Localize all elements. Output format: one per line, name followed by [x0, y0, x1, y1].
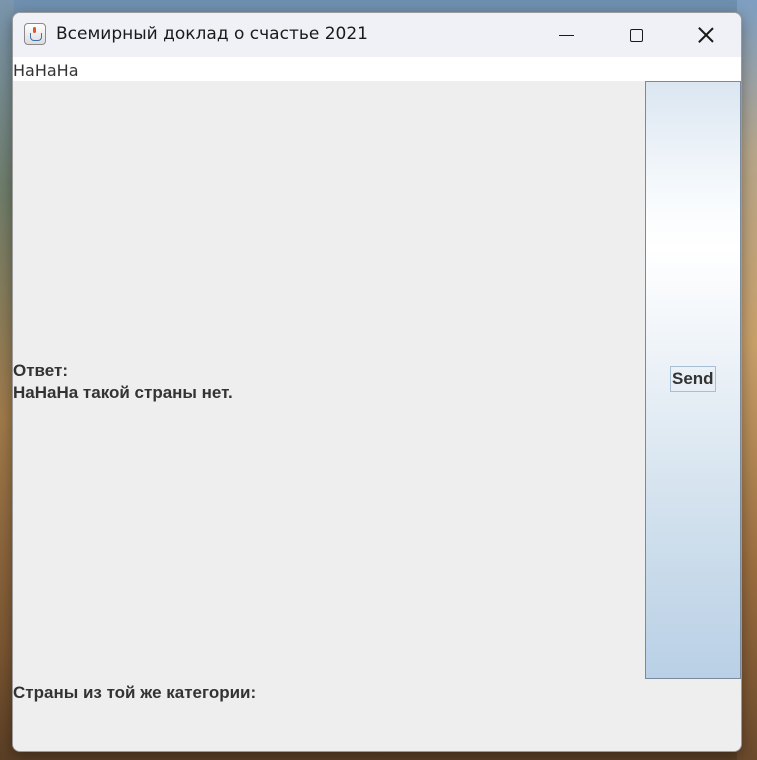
same-category-area: Страны из той же категории: [13, 679, 741, 751]
minimize-button[interactable] [531, 13, 601, 57]
send-button[interactable]: Send [645, 81, 741, 679]
close-icon [698, 27, 714, 43]
maximize-icon [629, 28, 643, 42]
java-cup-icon[interactable] [24, 23, 46, 45]
answer-label: Ответ: [13, 361, 68, 380]
same-category-label: Страны из той же категории: [13, 683, 257, 702]
close-button[interactable] [671, 13, 741, 57]
answer-block: Ответ: НаНаНа такой страны нет. [13, 360, 233, 404]
java-cup-shape [30, 33, 42, 41]
minimize-icon [558, 35, 574, 36]
maximize-button[interactable] [601, 13, 671, 57]
send-button-label: Send [670, 366, 716, 392]
window-title: Всемирный доклад о счастье 2021 [56, 24, 368, 44]
answer-text: НаНаНа такой страны нет. [13, 383, 233, 402]
answer-area: Ответ: НаНаНа такой страны нет. [13, 81, 645, 679]
country-input[interactable] [13, 57, 741, 81]
app-window: Всемирный доклад о счастье 2021 Ответ: Н… [12, 12, 742, 752]
title-bar[interactable]: Всемирный доклад о счастье 2021 [13, 13, 741, 57]
